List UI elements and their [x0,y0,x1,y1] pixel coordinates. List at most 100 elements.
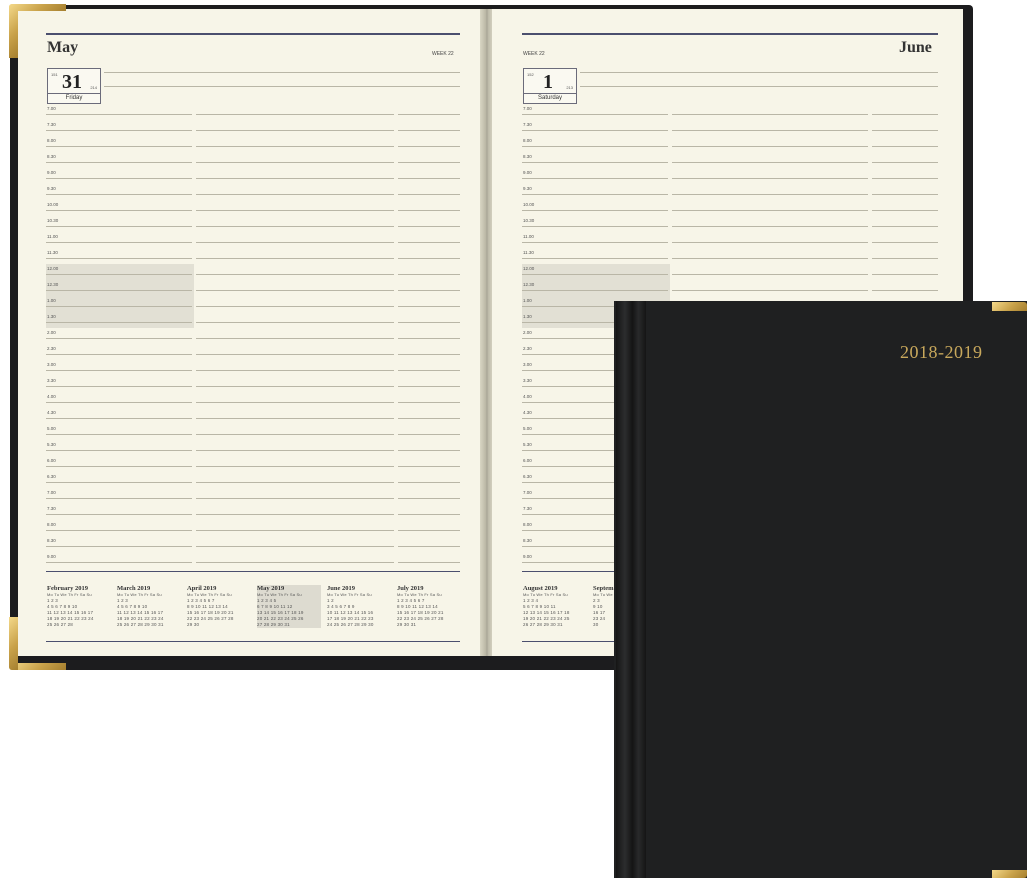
notes-line [196,210,394,211]
notes-line [196,226,394,227]
time-label: 2.00 [523,330,532,335]
notes-line [196,194,394,195]
notes-line [196,162,394,163]
time-label: 11.30 [47,250,58,255]
notes-line [196,434,394,435]
time-label: 1.30 [47,314,56,319]
notes-line [398,418,460,419]
time-line [522,210,668,211]
notes-line [398,466,460,467]
time-label: 9.30 [47,186,56,191]
notes-line [196,146,394,147]
notes-line [398,562,460,563]
notes-line [398,434,460,435]
time-line [46,242,192,243]
notes-line [398,242,460,243]
notes-line [398,290,460,291]
time-label: 10.30 [47,218,59,223]
mini-calendar: March 2019 Mo Tu We Th Fr Sa Su 1 2 34 5 … [117,585,181,628]
time-line [46,370,192,371]
time-label: 4.00 [47,394,56,399]
time-label: 11.00 [523,234,534,239]
notes-line [398,146,460,147]
mini-calendar-row: 29 30 31 [397,622,417,627]
day-of-year: 152 [527,72,534,77]
time-line [522,194,668,195]
mini-calendar: April 2019 Mo Tu We Th Fr Sa Su 1 2 3 4 5 … [187,585,251,628]
days-remaining: 214 [90,85,97,90]
notes-line [196,386,394,387]
date-box: 152 1 213 Saturday [523,68,577,104]
time-label: 8.00 [47,138,56,143]
gold-corner-top-left-side [9,4,18,58]
notes-line [872,290,938,291]
notes-line [398,194,460,195]
time-line [46,386,192,387]
time-line [522,114,668,115]
time-label: 1.00 [523,298,532,303]
closed-planner-spine [616,301,646,878]
notes-line [672,242,868,243]
month-title: June [899,39,932,56]
notes-line [398,402,460,403]
time-label: 9.00 [523,170,532,175]
time-label: 1.00 [47,298,56,303]
mini-calendar-row: 29 30 [187,622,200,627]
notes-line [398,162,460,163]
days-remaining: 213 [566,85,573,90]
time-line [46,178,192,179]
notes-line [398,210,460,211]
time-label: 11.00 [47,234,58,239]
mini-calendar-row: 25 26 27 28 29 30 31 [117,622,164,627]
time-label: 12.00 [47,266,59,271]
header-line [580,86,938,87]
header-line [580,72,938,73]
time-label: 9.00 [47,170,56,175]
time-line [46,514,192,515]
notes-line [398,322,460,323]
notes-line [398,258,460,259]
time-label: 12.00 [523,266,535,271]
time-line [46,130,192,131]
time-line [46,258,192,259]
notes-line [872,114,938,115]
day-of-year: 151 [51,72,58,77]
date-number: 31 [62,71,82,93]
time-line [46,354,192,355]
time-line [46,338,192,339]
time-line [46,466,192,467]
time-label: 2.30 [47,346,56,351]
grid-bottom-rule [46,571,460,572]
time-label: 7.00 [523,106,532,111]
notes-line [872,162,938,163]
time-label: 1.30 [523,314,532,319]
top-rule [522,33,938,35]
notes-line [398,274,460,275]
time-line [46,482,192,483]
notes-line [672,210,868,211]
gold-corner-cover-top [992,302,1027,311]
gold-corner-bottom-left-side [9,617,18,670]
notes-line [196,514,394,515]
time-label: 7.30 [523,506,532,511]
time-label: 7.00 [47,490,56,495]
time-line [46,562,192,563]
header-line [104,86,460,87]
gold-corner-cover-bottom [992,870,1027,878]
time-label: 8.00 [47,522,56,527]
notes-line [196,482,394,483]
time-label: 6.00 [523,458,532,463]
time-line [46,418,192,419]
month-title: May [47,39,79,56]
time-line [46,290,192,291]
time-line [46,498,192,499]
notes-line [196,530,394,531]
notes-line [872,226,938,227]
time-label: 8.30 [523,538,532,543]
notes-line [872,210,938,211]
time-line [46,306,192,307]
time-label: 7.30 [523,122,532,127]
time-label: 9.00 [47,554,56,559]
time-label: 8.30 [523,154,532,159]
left-page: May WEEK 22 151 31 214 Friday 7.00 7.30 8.… [18,9,482,656]
